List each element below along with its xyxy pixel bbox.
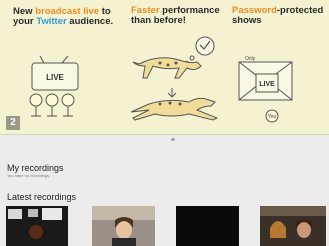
- arrow-down-icon: [167, 88, 177, 98]
- recording-thumbnail-4[interactable]: [260, 206, 326, 246]
- thumbnail-image: [6, 206, 68, 246]
- envelope-live-label: LIVE: [259, 81, 275, 88]
- tv-live-label: LIVE: [46, 73, 64, 82]
- carousel-pager-dot[interactable]: [171, 138, 175, 141]
- thumbnail-image: [92, 206, 155, 246]
- promo-banner[interactable]: New broadcast live to your Twitter audie…: [0, 0, 329, 135]
- cheetah-fast-sketch: [130, 97, 219, 121]
- only-label: Only: [245, 56, 256, 62]
- cheetah-slow-sketch: [132, 57, 202, 79]
- recording-thumbnail-1[interactable]: [6, 206, 68, 246]
- audience-sketch: [29, 93, 75, 117]
- thumbnail-image: [260, 206, 326, 246]
- thumbnail-image: [176, 206, 239, 246]
- slide-number-badge: 2: [6, 116, 20, 130]
- my-recordings-title: My recordings: [7, 163, 64, 173]
- thought-bubble-sketch: [185, 36, 215, 65]
- no-recordings-note: You have no recordings: [7, 173, 49, 178]
- latest-recordings-title: Latest recordings: [7, 192, 77, 202]
- recording-thumbnail-3[interactable]: [176, 206, 239, 246]
- banner-illustration: LIVE Only LIVE You: [29, 36, 293, 123]
- you-label: You: [268, 114, 277, 120]
- recording-thumbnail-2[interactable]: [92, 206, 155, 246]
